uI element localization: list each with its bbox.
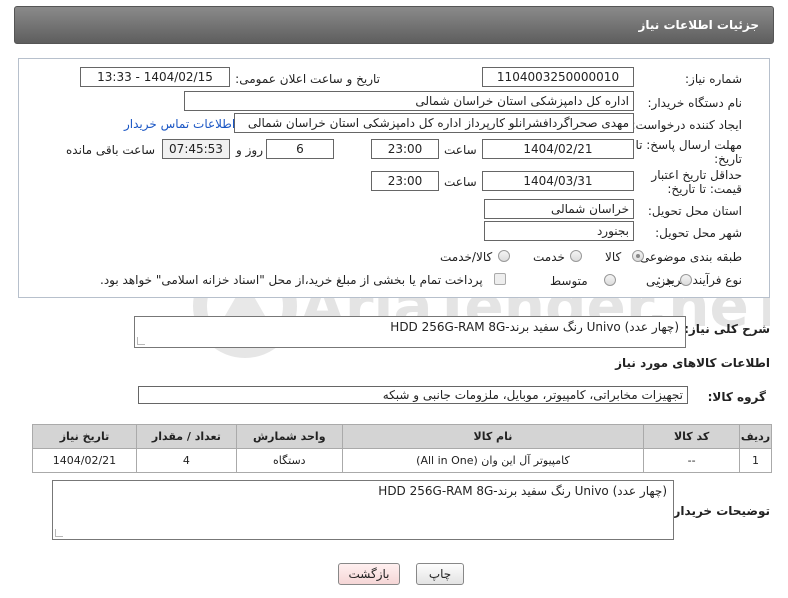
category-radio-goods[interactable]	[632, 250, 644, 262]
buyer-field: اداره کل دامپزشکی استان خراسان شمالی	[184, 91, 634, 111]
goods-table: ردیف کد کالا نام کالا واحد شمارش تعداد /…	[32, 424, 772, 473]
buyer-contact-link[interactable]: اطلاعات تماس خریدار	[124, 117, 235, 131]
buyer-label: نام دستگاه خریدار:	[647, 96, 743, 110]
cell-item-name: کامپیوتر آل این وان (All in One)	[341, 448, 645, 473]
process-option-minor: جزیی	[646, 274, 674, 288]
col-item-name: نام کالا	[341, 424, 645, 449]
col-quantity: تعداد / مقدار	[135, 424, 237, 449]
page-title: جزئیات اطلاعات نیاز	[638, 18, 759, 32]
cell-need-date: 1404/02/21	[32, 448, 137, 473]
creator-label: ایجاد کننده درخواست:	[631, 118, 742, 132]
process-radio-medium[interactable]	[604, 274, 616, 286]
price-time-label: ساعت	[444, 175, 477, 189]
deadline-time-label: ساعت	[444, 143, 477, 157]
days-field: 6	[266, 139, 334, 159]
category-label: طبقه بندی موضوعی:	[635, 250, 742, 264]
description-text: HDD 256G-RAM 8G-رنگ سفید برند Univo (چها…	[390, 320, 679, 334]
remaining-label: ساعت باقی مانده	[66, 143, 156, 157]
table-header-row: ردیف کد کالا نام کالا واحد شمارش تعداد /…	[32, 424, 772, 449]
price-date-field: 1404/03/31	[482, 171, 634, 191]
province-label: استان محل تحویل:	[647, 204, 742, 218]
process-option-medium: متوسط	[550, 274, 588, 288]
col-row-number: ردیف	[739, 424, 772, 449]
category-radio-goods-service[interactable]	[498, 250, 510, 262]
process-radio-minor[interactable]	[680, 274, 692, 286]
goods-info-title: اطلاعات کالاهای مورد نیاز	[615, 356, 770, 370]
price-time-field: 23:00	[371, 171, 439, 191]
print-button[interactable]: چاپ	[416, 563, 464, 585]
back-button[interactable]: بازگشت	[338, 563, 400, 585]
col-unit: واحد شمارش	[235, 424, 343, 449]
city-label: شهر محل تحویل:	[655, 226, 742, 240]
treasury-checkbox[interactable]	[494, 273, 506, 285]
col-item-code: کد کالا	[643, 424, 741, 449]
description-label: شرح کلی نیاز:	[684, 322, 770, 336]
deadline-time-field: 23:00	[371, 139, 439, 159]
buyer-notes-label: توضیحات خریدار:	[668, 504, 770, 518]
announce-label: تاریخ و ساعت اعلان عمومی:	[235, 72, 380, 86]
announce-field: 1404/02/15 - 13:33	[80, 67, 230, 87]
category-radio-service[interactable]	[570, 250, 582, 262]
category-option-goods: کالا	[605, 250, 622, 264]
deadline-date-field: 1404/02/21	[482, 139, 634, 159]
city-field: بجنورد	[484, 221, 634, 241]
cell-row-number: 1	[739, 448, 772, 473]
goods-group-label: گروه کالا:	[707, 390, 766, 404]
resize-handle[interactable]	[137, 337, 145, 345]
province-field: خراسان شمالی	[484, 199, 634, 219]
header-bar: جزئیات اطلاعات نیاز	[14, 6, 774, 44]
need-number-label: شماره نیاز:	[685, 72, 742, 86]
col-need-date: تاریخ نیاز	[32, 424, 137, 449]
table-row: 1 -- کامپیوتر آل این وان (All in One) دس…	[32, 448, 772, 473]
goods-group-field: تجهیزات مخابراتی، کامپیوتر، موبایل، ملزو…	[138, 386, 688, 404]
description-field: HDD 256G-RAM 8G-رنگ سفید برند Univo (چها…	[134, 316, 686, 348]
cell-quantity: 4	[135, 448, 237, 473]
payment-note: پرداخت تمام یا بخشی از مبلغ خرید،از محل …	[100, 273, 483, 287]
price-validity-label: حداقل تاریخ اعتبار قیمت: تا تاریخ:	[651, 168, 742, 196]
remaining-time-field: 07:45:53	[162, 139, 230, 159]
category-option-goods-service: کالا/خدمت	[440, 250, 493, 264]
need-number-field: 1104003250000010	[482, 67, 634, 87]
category-option-service: خدمت	[533, 250, 565, 264]
buyer-notes-text: HDD 256G-RAM 8G-رنگ سفید برند Univo (چها…	[378, 484, 667, 498]
cell-item-code: --	[643, 448, 741, 473]
deadline-label: مهلت ارسال پاسخ: تا تاریخ:	[635, 138, 742, 166]
days-label: روز و	[236, 143, 263, 157]
creator-field: مهدی صحراگردافشرانلو کارپرداز اداره کل د…	[234, 113, 634, 133]
cell-unit: دستگاه	[235, 448, 343, 473]
resize-handle[interactable]	[55, 529, 63, 537]
buyer-notes-field: HDD 256G-RAM 8G-رنگ سفید برند Univo (چها…	[52, 480, 674, 540]
